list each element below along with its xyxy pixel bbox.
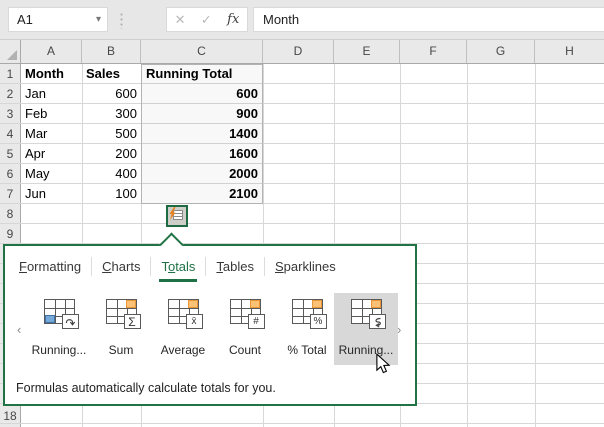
totals-option-percent-total[interactable]: % % Total — [276, 293, 338, 365]
column-header-c[interactable]: C — [141, 40, 263, 63]
cell-a7[interactable]: Jun — [25, 184, 46, 204]
insert-function-icon[interactable]: fx — [227, 12, 239, 27]
totals-option-count[interactable]: # Count — [214, 293, 276, 365]
cell-a6[interactable]: May — [25, 164, 50, 184]
quick-analysis-popup: Formatting Charts Totals Tables Sparklin… — [3, 232, 417, 406]
sum-icon: Σ — [105, 299, 141, 329]
percent-total-icon: % — [291, 299, 327, 329]
select-all-icon — [7, 50, 17, 60]
cell-c5[interactable]: 1600 — [141, 144, 258, 164]
row-header-6[interactable]: 6 — [0, 164, 20, 184]
column-header-g[interactable]: G — [467, 40, 535, 63]
column-header-f[interactable]: F — [400, 40, 467, 63]
cell-a1[interactable]: Month — [25, 64, 64, 84]
row-header-4[interactable]: 4 — [0, 124, 20, 144]
active-tab-underline — [159, 278, 198, 282]
row-header-9[interactable]: 9 — [0, 224, 20, 244]
separator-dots — [120, 12, 123, 29]
select-all-button[interactable] — [0, 40, 21, 63]
column-header-e[interactable]: E — [334, 40, 400, 63]
tab-totals[interactable]: Totals — [151, 259, 205, 282]
cell-b2[interactable]: 600 — [82, 84, 137, 104]
scroll-left-icon[interactable]: ‹ — [17, 322, 21, 337]
cell-c3[interactable]: 900 — [141, 104, 258, 124]
cell-b7[interactable]: 100 — [82, 184, 137, 204]
row-header-2[interactable]: 2 — [0, 84, 20, 104]
name-box[interactable]: A1 ▾ — [8, 7, 108, 32]
mouse-cursor-icon — [376, 353, 391, 374]
formula-bar-area: A1 ▾ ✕ ✓ fx Month — [0, 0, 604, 40]
cell-b5[interactable]: 200 — [82, 144, 137, 164]
column-header-a[interactable]: A — [21, 40, 82, 63]
name-box-value: A1 — [17, 12, 33, 27]
quick-analysis-button[interactable] — [166, 205, 188, 227]
cell-c7[interactable]: 2100 — [141, 184, 258, 204]
column-header-b[interactable]: B — [82, 40, 141, 63]
gridline — [467, 64, 468, 427]
cell-c1[interactable]: Running Total — [146, 64, 232, 84]
row-header-8[interactable]: 8 — [0, 204, 20, 224]
totals-option-running-total-1[interactable]: Running... — [28, 293, 90, 365]
cell-b4[interactable]: 500 — [82, 124, 137, 144]
row-header-18[interactable]: 18 — [0, 406, 20, 426]
excel-window: A1 ▾ ✕ ✓ fx Month A B C D E F G H 1 2 3 … — [0, 0, 604, 427]
tab-sparklines[interactable]: Sparklines — [265, 259, 346, 274]
gridline — [535, 64, 536, 427]
tab-tables[interactable]: Tables — [206, 259, 264, 274]
chevron-down-icon[interactable]: ▾ — [96, 8, 101, 31]
cell-a5[interactable]: Apr — [25, 144, 45, 164]
cell-b1[interactable]: Sales — [86, 64, 120, 84]
tab-formatting[interactable]: Formatting — [9, 259, 91, 274]
cell-a3[interactable]: Feb — [25, 104, 47, 124]
formula-text: Month — [263, 12, 300, 27]
formula-input[interactable]: Month — [253, 7, 604, 32]
cell-c4[interactable]: 1400 — [141, 124, 258, 144]
popup-tabs: Formatting Charts Totals Tables Sparklin… — [9, 254, 346, 282]
column-header-h[interactable]: H — [535, 40, 604, 63]
totals-option-sum[interactable]: Σ Sum — [90, 293, 152, 365]
row-header-7[interactable]: 7 — [0, 184, 20, 204]
cell-c2[interactable]: 600 — [141, 84, 258, 104]
running-total-column-icon — [350, 299, 386, 329]
cell-a2[interactable]: Jan — [25, 84, 46, 104]
popup-callout-arrow — [159, 232, 184, 257]
cancel-icon[interactable]: ✕ — [175, 12, 186, 28]
row-header-1[interactable]: 1 — [0, 64, 20, 84]
cell-a4[interactable]: Mar — [25, 124, 47, 144]
row-header-5[interactable]: 5 — [0, 144, 20, 164]
cell-b3[interactable]: 300 — [82, 104, 137, 124]
row-header-3[interactable]: 3 — [0, 104, 20, 124]
running-total-rows-icon — [43, 299, 79, 329]
count-icon: # — [229, 299, 265, 329]
cell-b6[interactable]: 400 — [82, 164, 137, 184]
totals-option-average[interactable]: x̄ Average — [152, 293, 214, 365]
quick-analysis-icon — [169, 207, 183, 220]
enter-icon[interactable]: ✓ — [201, 12, 212, 28]
tab-charts[interactable]: Charts — [92, 259, 150, 274]
cell-c6[interactable]: 2000 — [141, 164, 258, 184]
average-icon: x̄ — [167, 299, 203, 329]
column-header-d[interactable]: D — [263, 40, 334, 63]
popup-footer-tip: Formulas automatically calculate totals … — [16, 381, 276, 395]
formula-buttons: ✕ ✓ fx — [166, 7, 248, 32]
column-headers: A B C D E F G H — [0, 40, 604, 64]
